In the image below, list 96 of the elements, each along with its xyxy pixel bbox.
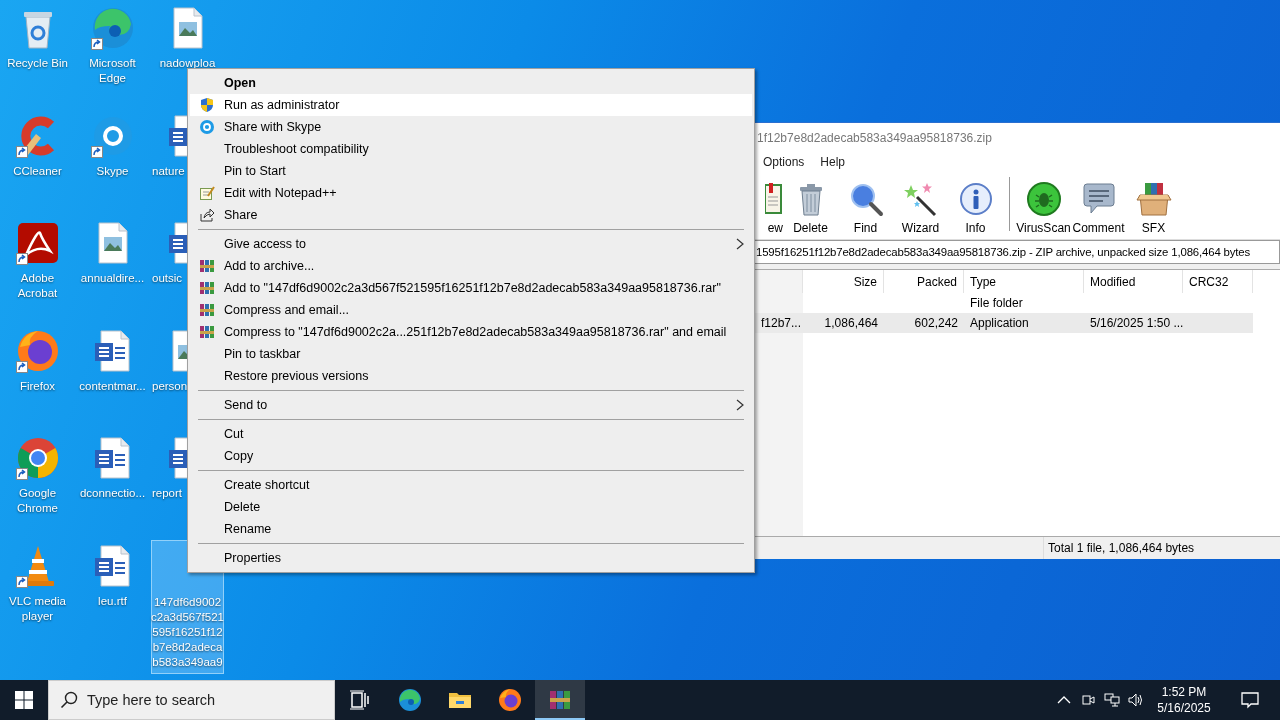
chat-logo-icon — [199, 119, 215, 135]
status-text: Total 1 file, 1,086,464 bytes — [1043, 537, 1195, 559]
books-icon — [199, 258, 215, 274]
menu-item[interactable]: Rename — [190, 518, 752, 540]
menu-item[interactable]: Open — [190, 72, 752, 94]
menu-item[interactable]: Share with Skype — [190, 116, 752, 138]
toolbar-button[interactable]: VirusScan — [1016, 181, 1071, 235]
menu-item[interactable]: Add to archive... — [190, 255, 752, 277]
table-cell-text: f12b7... — [760, 315, 803, 332]
books-icon — [199, 302, 215, 318]
menu-item[interactable]: Create shortcut — [190, 474, 752, 496]
window-title: 1f12b7e8d2adecab583a349aa95818736.zip — [757, 130, 992, 145]
menu-item[interactable]: Restore previous versions — [190, 365, 752, 387]
magic-wand-icon — [902, 181, 939, 217]
share-icon — [199, 207, 215, 223]
icon-label: Adobe Acrobat — [16, 271, 59, 302]
books-icon — [548, 688, 572, 712]
table-cell-text: 1,086,464 — [823, 315, 879, 332]
windows-logo-icon — [15, 691, 33, 709]
column-header[interactable]: CRC32 — [1183, 270, 1253, 293]
search-icon — [60, 691, 78, 709]
menu-item[interactable]: Add to "147df6d9002c2a3d567f521595f16251f12b7e8d2adecab583a349aa95818736.rar" — [190, 277, 752, 299]
books-icon — [199, 280, 215, 296]
table-cell-text: File folder — [969, 295, 1024, 312]
icon-label: Google Chrome — [16, 486, 59, 517]
menu-item[interactable]: Send to — [190, 394, 752, 416]
icon-label: Recycle Bin — [7, 56, 68, 71]
column-header[interactable]: Modified — [1084, 270, 1183, 293]
toolbar-button[interactable]: ew — [755, 181, 783, 235]
menu-item[interactable]: Edit with Notepad++ — [190, 182, 752, 204]
bug-icon — [1025, 181, 1062, 217]
menu-item[interactable]: Copy — [190, 445, 752, 467]
icon-label: nadowploa — [159, 56, 216, 71]
menu-item[interactable]: Cut — [190, 423, 752, 445]
menu-item[interactable]: Run as administrator — [190, 94, 752, 116]
shield-icon — [199, 97, 215, 113]
column-header[interactable]: Type — [964, 270, 1084, 293]
column-header[interactable]: Packed — [884, 270, 964, 293]
menu-bar-item[interactable]: Options — [757, 153, 811, 171]
chevron-right-icon — [736, 399, 744, 411]
fox-logo-icon — [498, 688, 522, 712]
file-row[interactable]: File folder — [755, 293, 1253, 313]
message-bubble-icon — [1240, 690, 1260, 710]
file-name-line: 147df6d9002 — [153, 594, 222, 610]
toolbar-button[interactable]: Delete — [783, 181, 838, 235]
speaker-icon — [1128, 692, 1144, 708]
package-box-icon — [1135, 181, 1172, 217]
clock[interactable]: 1:52 PM 5/16/2025 — [1148, 680, 1220, 720]
icon-label: outsic — [151, 271, 183, 287]
file-name-line: b583a349aa9 — [152, 654, 223, 670]
menu-item[interactable]: Delete — [190, 496, 752, 518]
chevron-right-icon — [736, 238, 744, 250]
table-cell-text: 602,242 — [913, 315, 959, 332]
menu-item[interactable]: Pin to Start — [190, 160, 752, 182]
menu-item[interactable]: Compress and email... — [190, 299, 752, 321]
wave-logo-icon — [398, 688, 422, 712]
toolbar-button[interactable]: Wizard — [893, 181, 948, 235]
path-field[interactable]: 1595f16251f12b7e8d2adecab583a349aa95818736.zip - ZIP archive, unpacked size 1,086,464 bytes — [755, 240, 1280, 264]
toolbar-button[interactable]: Find — [838, 181, 893, 235]
icon-label: annualdire... — [80, 271, 145, 287]
icon-label: Firefox — [19, 378, 56, 394]
menu-item[interactable]: Troubleshoot compatibility — [190, 138, 752, 160]
notepad-icon — [199, 185, 215, 201]
menu-item[interactable]: Give access to — [190, 233, 752, 255]
table-cell-text: 5/16/2025 1:50 ... — [1089, 315, 1183, 332]
task-view-icon — [348, 688, 372, 712]
icon-label: Skype — [96, 163, 129, 179]
search-field[interactable]: Type here to search — [48, 680, 335, 720]
icon-label: nature — [151, 163, 185, 179]
icon-label: VLC media player — [8, 593, 67, 624]
camera-icon — [1080, 692, 1096, 708]
icon-label: person — [151, 378, 187, 394]
table-cell-text: Application — [969, 315, 1030, 332]
taskbar-app-button[interactable] — [535, 680, 585, 720]
menu-item[interactable]: Pin to taskbar — [190, 343, 752, 365]
column-header[interactable]: Size — [803, 270, 884, 293]
file-name-line: 595f16251f12 — [152, 624, 223, 640]
icon-label: CCleaner — [13, 163, 62, 179]
file-name-line: b7e8d2adeca — [152, 639, 223, 655]
icon-label: contentmar... — [79, 378, 146, 394]
toolbar-button[interactable]: Comment — [1071, 181, 1126, 235]
network-icon — [1104, 692, 1120, 708]
icon-label: leu.rtf — [98, 593, 127, 609]
file-name-line: c2a3d567f521 — [151, 609, 224, 625]
books-icon — [199, 324, 215, 340]
menu-bar-item[interactable]: Help — [814, 153, 852, 171]
menu-item[interactable]: Share — [190, 204, 752, 226]
icon-label: Microsoft Edge — [88, 56, 137, 86]
book-icon — [765, 181, 783, 217]
file-row[interactable]: f12b7... 1,086,464 602,242 Application 5/16/2025 1:50 ... — [755, 313, 1253, 333]
info-icon — [957, 181, 994, 217]
toolbar-button[interactable]: SFX — [1126, 181, 1181, 235]
menu-item[interactable]: Compress to "147df6d9002c2a...251f12b7e8d2adecab583a349aa95818736.rar" and email — [190, 321, 752, 343]
icon-label: report — [151, 486, 183, 502]
toolbar-button[interactable]: Info — [948, 181, 1003, 235]
icon-label: dconnectio... — [79, 486, 146, 502]
